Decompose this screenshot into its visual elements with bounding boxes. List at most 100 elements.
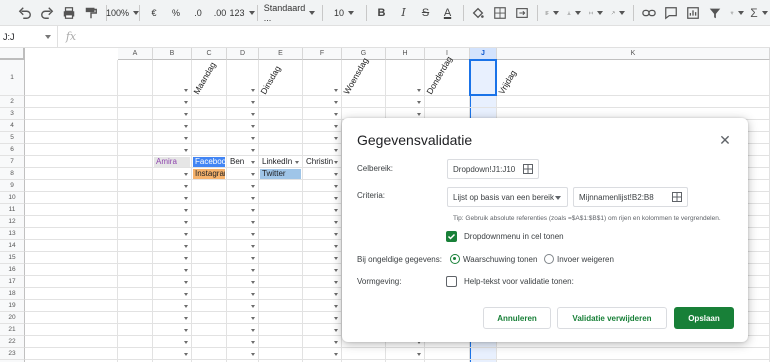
cell-dropdown-arrow[interactable] (251, 281, 255, 284)
cell-dropdown-arrow[interactable] (334, 221, 338, 224)
merge-cells-icon[interactable] (511, 2, 533, 24)
cell-dropdown-arrow[interactable] (251, 233, 255, 236)
warning-radio[interactable] (450, 254, 460, 264)
column-header-a[interactable]: A (118, 48, 153, 60)
increase-decimals-button[interactable]: .00 (209, 2, 231, 24)
active-cell[interactable] (469, 59, 497, 96)
cell-dropdown-arrow[interactable] (251, 245, 255, 248)
cell-dropdown-arrow[interactable] (184, 197, 188, 200)
undo-icon[interactable] (14, 2, 36, 24)
font-size-select[interactable]: 10 (326, 2, 362, 24)
cell-dropdown-arrow[interactable] (184, 257, 188, 260)
cell-dropdown-arrow[interactable] (251, 269, 255, 272)
cell-dropdown-arrow[interactable] (251, 305, 255, 308)
row-header-14[interactable]: 14 (0, 240, 25, 252)
select-range-icon[interactable] (523, 164, 533, 174)
column-header-b[interactable]: B (153, 48, 192, 60)
cell-dropdown-arrow[interactable] (334, 101, 338, 104)
cell-dropdown-arrow[interactable] (251, 317, 255, 320)
cell-dropdown-arrow[interactable] (417, 113, 421, 116)
cell-dropdown-arrow[interactable] (184, 173, 188, 176)
cell-dropdown-arrow[interactable] (251, 257, 255, 260)
redo-icon[interactable] (36, 2, 58, 24)
cell-dropdown-arrow[interactable] (251, 161, 255, 164)
row-header-7[interactable]: 7 (0, 156, 25, 168)
cell-dropdown-arrow[interactable] (417, 353, 421, 356)
cell-dropdown-arrow[interactable] (184, 185, 188, 188)
cell-dropdown-arrow[interactable] (251, 197, 255, 200)
filter-views-icon[interactable] (726, 2, 748, 24)
insert-comment-icon[interactable] (660, 2, 682, 24)
fill-color-icon[interactable] (467, 2, 489, 24)
cell-dropdown-arrow[interactable] (184, 269, 188, 272)
cell-dropdown-arrow[interactable] (184, 305, 188, 308)
italic-button[interactable]: I (393, 2, 415, 24)
cell-dropdown-arrow[interactable] (184, 149, 188, 152)
percent-format-button[interactable]: % (165, 2, 187, 24)
cell-dropdown-arrow[interactable] (184, 245, 188, 248)
cell-dropdown-arrow[interactable] (184, 101, 188, 104)
cell-dropdown-arrow[interactable] (184, 341, 188, 344)
cell-dropdown-arrow[interactable] (184, 137, 188, 140)
cell-dropdown-arrow[interactable] (334, 209, 338, 212)
borders-icon[interactable] (489, 2, 511, 24)
column-header-c[interactable]: C (192, 48, 227, 60)
criteria-type-select[interactable]: Lijst op basis van een bereik (447, 187, 568, 207)
row-header-16[interactable]: 16 (0, 264, 25, 276)
row-header-2[interactable]: 2 (0, 96, 25, 108)
close-icon[interactable]: ✕ (718, 132, 732, 148)
row-header-1[interactable]: 1 (0, 60, 25, 96)
print-icon[interactable] (58, 2, 80, 24)
cell-dropdown-arrow[interactable] (184, 317, 188, 320)
column-header-d[interactable]: D (227, 48, 259, 60)
cell-dropdown-arrow[interactable] (334, 185, 338, 188)
row-header-3[interactable]: 3 (0, 108, 25, 120)
cell-dropdown-arrow[interactable] (251, 185, 255, 188)
remove-validation-button[interactable]: Validatie verwijderen (557, 307, 667, 329)
number-format-select[interactable]: 123 (230, 2, 253, 24)
cell-dropdown-arrow[interactable] (334, 233, 338, 236)
cell-dropdown-arrow[interactable] (334, 161, 338, 164)
currency-format-button[interactable]: € (143, 2, 165, 24)
cell-dropdown-arrow[interactable] (251, 101, 255, 104)
cell-dropdown-arrow[interactable] (334, 197, 338, 200)
column-header-f[interactable]: F (303, 48, 342, 60)
cell-dropdown-arrow[interactable] (251, 125, 255, 128)
save-button[interactable]: Opslaan (674, 307, 734, 329)
cell-e8[interactable]: Twitter (260, 169, 301, 179)
row-header-8[interactable]: 8 (0, 168, 25, 180)
cell-dropdown-arrow[interactable] (184, 209, 188, 212)
vertical-align-icon[interactable] (563, 2, 585, 24)
criteria-range-input[interactable]: Mijnnamenlijst!B2:B8 (573, 187, 688, 207)
formula-input[interactable] (84, 26, 770, 47)
row-header-22[interactable]: 22 (0, 336, 25, 348)
horizontal-align-icon[interactable] (541, 2, 563, 24)
cell-dropdown-arrow[interactable] (184, 281, 188, 284)
cell-dropdown-arrow[interactable] (334, 125, 338, 128)
cell-range-input[interactable]: Dropdown!J1:J10 (447, 159, 539, 179)
font-family-select[interactable]: Standaard ... (262, 2, 318, 24)
strikethrough-button[interactable]: S (415, 2, 437, 24)
row-header-19[interactable]: 19 (0, 300, 25, 312)
cell-dropdown-arrow[interactable] (334, 341, 338, 344)
cell-dropdown-arrow[interactable] (334, 173, 338, 176)
cell-dropdown-arrow[interactable] (184, 125, 188, 128)
cell-dropdown-arrow[interactable] (184, 89, 188, 92)
cell-f7[interactable]: Christina (304, 157, 333, 167)
cell-dropdown-arrow[interactable] (251, 341, 255, 344)
cell-dropdown-arrow[interactable] (334, 137, 338, 140)
insert-chart-icon[interactable] (682, 2, 704, 24)
row-header-5[interactable]: 5 (0, 132, 25, 144)
cancel-button[interactable]: Annuleren (483, 307, 551, 329)
column-header-h[interactable]: H (386, 48, 425, 60)
row-header-17[interactable]: 17 (0, 276, 25, 288)
bold-button[interactable]: B (371, 2, 393, 24)
cell-dropdown-arrow[interactable] (251, 221, 255, 224)
cell-dropdown-arrow[interactable] (251, 149, 255, 152)
zoom-select[interactable]: 100% (106, 2, 134, 24)
row-header-6[interactable]: 6 (0, 144, 25, 156)
cell-dropdown-arrow[interactable] (334, 269, 338, 272)
cell-c8[interactable]: Instagram (193, 169, 225, 179)
cell-dropdown-arrow[interactable] (184, 113, 188, 116)
cell-dropdown-arrow[interactable] (251, 293, 255, 296)
